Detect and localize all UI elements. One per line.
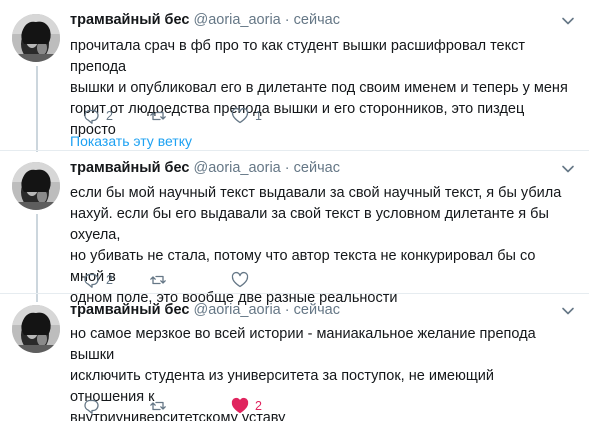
reply-count: 2 bbox=[106, 273, 113, 287]
separator-dot: · bbox=[284, 160, 290, 176]
reply-button[interactable]: 2 bbox=[82, 271, 113, 289]
tweet[interactable]: трамвайный бес @aoria_aoria · сейчас но … bbox=[0, 293, 589, 421]
tweet-text: если бы мой научный текст выдавали за св… bbox=[70, 183, 570, 309]
tweet-text-line: исключить студента из университета за по… bbox=[70, 368, 494, 405]
avatar[interactable] bbox=[12, 162, 60, 210]
tweet-text-line: прочитала срач в фб про то как студент в… bbox=[70, 38, 526, 75]
user-handle[interactable]: @aoria_aoria bbox=[193, 160, 280, 176]
retweet-button[interactable] bbox=[149, 107, 173, 125]
like-icon bbox=[231, 397, 249, 414]
reply-icon bbox=[84, 109, 99, 124]
timestamp[interactable]: сейчас bbox=[294, 160, 340, 176]
tweet-text-line: вышки и опубликовал его в дилетанте под … bbox=[70, 80, 568, 96]
tweet-header: трамвайный бес @aoria_aoria · сейчас bbox=[70, 12, 340, 28]
timestamp[interactable]: сейчас bbox=[294, 302, 340, 318]
caret-down-icon[interactable] bbox=[561, 304, 575, 318]
caret-down-icon[interactable] bbox=[561, 14, 575, 28]
like-button[interactable]: 2 bbox=[231, 397, 262, 415]
tweet[interactable]: трамвайный бес @aoria_aoria · сейчас про… bbox=[0, 0, 589, 149]
display-name[interactable]: трамвайный бес bbox=[70, 302, 189, 318]
tweet-header: трамвайный бес @aoria_aoria · сейчас bbox=[70, 302, 340, 318]
display-name[interactable]: трамвайный бес bbox=[70, 160, 189, 176]
reply-icon bbox=[84, 399, 99, 414]
display-name[interactable]: трамвайный бес bbox=[70, 12, 189, 28]
avatar[interactable] bbox=[12, 14, 60, 62]
timestamp[interactable]: сейчас bbox=[294, 12, 340, 28]
like-icon bbox=[231, 271, 249, 288]
like-button[interactable] bbox=[231, 271, 255, 289]
caret-down-icon[interactable] bbox=[561, 162, 575, 176]
avatar[interactable] bbox=[12, 305, 60, 353]
retweet-icon bbox=[150, 275, 166, 285]
reply-button[interactable] bbox=[82, 397, 106, 415]
retweet-button[interactable] bbox=[149, 271, 173, 289]
reply-count: 2 bbox=[106, 109, 113, 123]
tweet-text-line: но самое мерзкое во всей истории - маниа… bbox=[70, 326, 536, 363]
like-count: 2 bbox=[255, 399, 262, 413]
tweet[interactable]: трамвайный бес @aoria_aoria · сейчас есл… bbox=[0, 150, 589, 306]
tweet-text-line: но убивать не стала, потому что автор те… bbox=[70, 248, 536, 285]
tweet-text-line: внутриуниверситетскому уставу bbox=[70, 410, 286, 421]
reply-icon bbox=[84, 273, 99, 288]
tweet-text: но самое мерзкое во всей истории - маниа… bbox=[70, 324, 570, 421]
separator-dot: · bbox=[284, 12, 290, 28]
user-handle[interactable]: @aoria_aoria bbox=[193, 12, 280, 28]
divider bbox=[0, 293, 589, 294]
tweet-text: прочитала срач в фб про то как студент в… bbox=[70, 36, 570, 141]
retweet-icon bbox=[150, 401, 166, 411]
like-icon bbox=[231, 107, 249, 124]
tweet-text-line: если бы мой научный текст выдавали за св… bbox=[70, 185, 562, 201]
tweet-header: трамвайный бес @aoria_aoria · сейчас bbox=[70, 160, 340, 176]
user-handle[interactable]: @aoria_aoria bbox=[193, 302, 280, 318]
reply-button[interactable]: 2 bbox=[82, 107, 113, 125]
retweet-icon bbox=[150, 111, 166, 121]
like-button[interactable]: 1 bbox=[231, 107, 262, 125]
like-count: 1 bbox=[255, 109, 262, 123]
tweet-text-line: нахуй. если бы его выдавали за свой текс… bbox=[70, 206, 549, 243]
separator-dot: · bbox=[284, 302, 290, 318]
show-thread-link[interactable]: Показать эту ветку bbox=[70, 133, 192, 149]
retweet-button[interactable] bbox=[149, 397, 173, 415]
